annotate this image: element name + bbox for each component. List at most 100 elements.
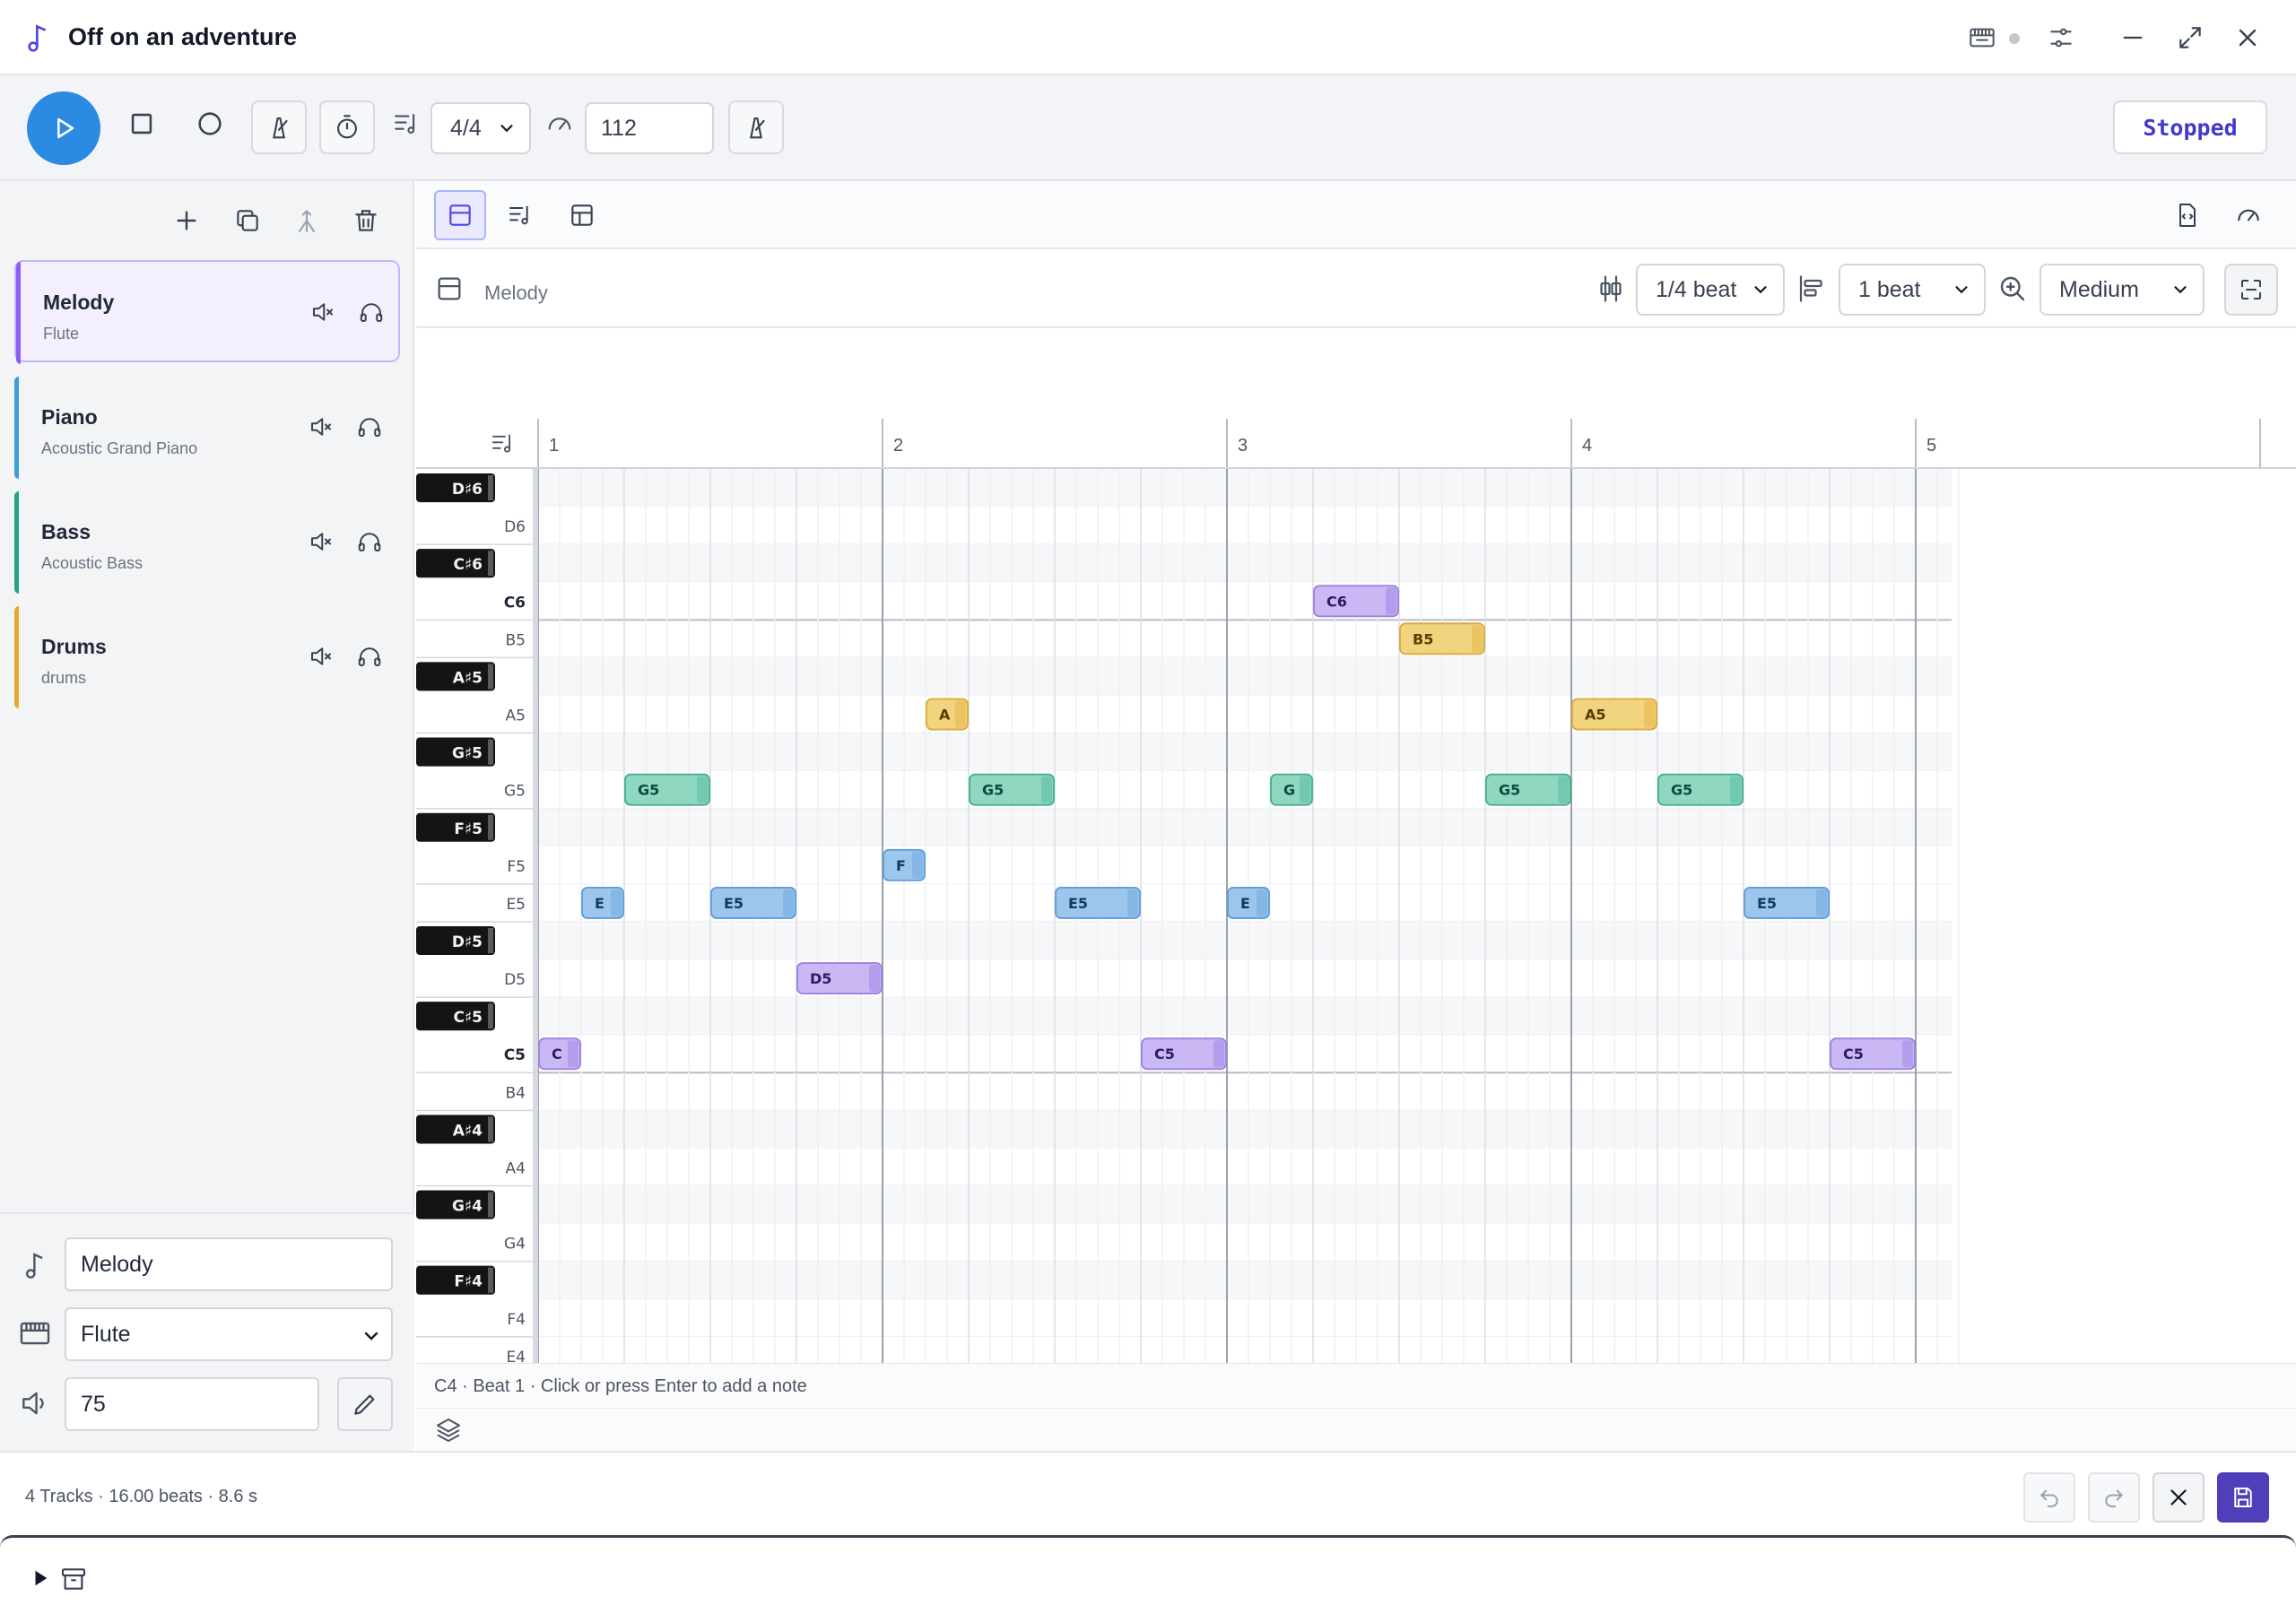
note[interactable]: G: [1270, 773, 1313, 806]
track-item-piano[interactable]: Piano Acoustic Grand Piano: [14, 377, 400, 479]
grid-row[interactable]: [538, 1110, 1952, 1149]
note[interactable]: C5: [1830, 1037, 1916, 1071]
maximize-button[interactable]: [2170, 18, 2210, 57]
tempo-input[interactable]: 112: [585, 102, 714, 154]
grid-row[interactable]: [538, 733, 1952, 771]
mute-button[interactable]: [305, 525, 337, 558]
time-signature-select[interactable]: 4/4: [430, 102, 531, 154]
grid-row[interactable]: [538, 1185, 1952, 1224]
snap-select[interactable]: 1/4 beat: [1636, 264, 1785, 316]
piano-roll[interactable]: 1 2 3 4 5 D♯6 D6 C♯6 C6 B5 A♯5 A5 G♯5 G5 F♯5 F5 E5 D♯5 D5 C…: [416, 330, 2296, 1540]
archive-icon[interactable]: [59, 1565, 88, 1593]
note-resize-handle[interactable]: [1300, 776, 1310, 803]
redo-button[interactable]: [2088, 1472, 2140, 1523]
undo-button[interactable]: [2023, 1472, 2075, 1523]
note[interactable]: G5: [969, 773, 1055, 806]
instrument-select[interactable]: Flute: [65, 1307, 393, 1361]
note-resize-handle[interactable]: [955, 700, 966, 728]
solo-button[interactable]: [353, 640, 386, 672]
grid-row[interactable]: [538, 1035, 1952, 1073]
note[interactable]: E5: [1055, 886, 1141, 919]
grid-row[interactable]: [538, 620, 1952, 658]
performance-button[interactable]: [2222, 190, 2274, 240]
volume-input[interactable]: 75: [65, 1377, 319, 1431]
note[interactable]: G5: [1657, 773, 1744, 806]
note-resize-handle[interactable]: [1041, 776, 1052, 803]
grid-row[interactable]: [538, 544, 1952, 583]
grid-row[interactable]: [538, 1148, 1952, 1186]
count-in-button[interactable]: [319, 100, 375, 154]
note-grid[interactable]: [537, 469, 1960, 1451]
grid-row[interactable]: [538, 1223, 1952, 1262]
note-resize-handle[interactable]: [1902, 1040, 1913, 1068]
note[interactable]: E5: [710, 886, 796, 919]
grid-row[interactable]: [538, 1298, 1952, 1337]
note-resize-handle[interactable]: [783, 889, 794, 916]
note[interactable]: A: [926, 698, 969, 731]
close-window-button[interactable]: [2228, 18, 2267, 57]
edit-button[interactable]: [337, 1377, 393, 1431]
minimize-button[interactable]: [2113, 18, 2152, 57]
grid-row[interactable]: [538, 808, 1952, 846]
note-resize-handle[interactable]: [1730, 776, 1741, 803]
note-resize-handle[interactable]: [1816, 889, 1827, 916]
tab-piano-roll[interactable]: [434, 190, 486, 240]
note-resize-handle[interactable]: [912, 851, 923, 879]
note[interactable]: F: [883, 848, 926, 881]
midi-keyboard-button[interactable]: [1962, 18, 2002, 57]
tab-score[interactable]: [495, 190, 547, 240]
note-resize-handle[interactable]: [869, 965, 880, 993]
note-resize-handle[interactable]: [1386, 587, 1396, 615]
grid-row[interactable]: [538, 582, 1952, 620]
note-resize-handle[interactable]: [1127, 889, 1138, 916]
note-resize-handle[interactable]: [1257, 889, 1267, 916]
grid-row[interactable]: [538, 846, 1952, 884]
note[interactable]: B5: [1399, 622, 1485, 655]
note-resize-handle[interactable]: [697, 776, 708, 803]
note[interactable]: E5: [1744, 886, 1830, 919]
note-length-select[interactable]: 1 beat: [1839, 264, 1986, 316]
play-button[interactable]: [27, 91, 100, 165]
fit-view-button[interactable]: [2224, 264, 2278, 316]
note[interactable]: C6: [1313, 585, 1399, 618]
duplicate-track-button[interactable]: [228, 201, 267, 240]
tab-arrangement[interactable]: [556, 190, 608, 240]
note-resize-handle[interactable]: [568, 1040, 578, 1068]
zoom-select[interactable]: Medium: [2039, 264, 2205, 316]
track-item-melody[interactable]: Melody Flute: [14, 260, 400, 364]
grid-row[interactable]: [538, 921, 1952, 960]
grid-row[interactable]: [538, 959, 1952, 998]
note-resize-handle[interactable]: [611, 889, 622, 916]
track-name-input[interactable]: Melody: [65, 1237, 393, 1291]
add-track-button[interactable]: [167, 201, 206, 240]
note-resize-handle[interactable]: [1558, 776, 1569, 803]
note[interactable]: C5: [1141, 1037, 1227, 1071]
timeline-ruler[interactable]: 1 2 3 4 5: [416, 419, 2296, 469]
track-item-bass[interactable]: Bass Acoustic Bass: [14, 491, 400, 594]
grid-row[interactable]: [538, 1261, 1952, 1299]
mute-button[interactable]: [305, 640, 337, 672]
track-item-drums[interactable]: Drums drums: [14, 606, 400, 708]
mute-button[interactable]: [305, 411, 337, 443]
stop-button[interactable]: [122, 104, 161, 143]
grid-row[interactable]: [538, 469, 1952, 508]
delete-track-button[interactable]: [346, 201, 386, 240]
save-button[interactable]: [2217, 1472, 2269, 1523]
settings-button[interactable]: [2041, 18, 2081, 57]
note[interactable]: D5: [796, 962, 883, 995]
grid-row[interactable]: [538, 1072, 1952, 1111]
grid-row[interactable]: [538, 507, 1952, 545]
export-code-button[interactable]: [2161, 190, 2213, 240]
note[interactable]: G5: [624, 773, 710, 806]
piano-keyboard[interactable]: D♯6 D6 C♯6 C6 B5 A♯5 A5 G♯5 G5 F♯5 F5 E5 D♯5 D5 C♯5 C5 B…: [416, 469, 538, 1451]
mute-button[interactable]: [307, 296, 339, 328]
note-resize-handle[interactable]: [1644, 700, 1655, 728]
note-resize-handle[interactable]: [1472, 625, 1483, 653]
note[interactable]: E: [1227, 886, 1270, 919]
note[interactable]: E: [581, 886, 624, 919]
note-resize-handle[interactable]: [1213, 1040, 1224, 1068]
solo-button[interactable]: [353, 411, 386, 443]
note[interactable]: G5: [1485, 773, 1571, 806]
solo-button[interactable]: [353, 525, 386, 558]
expand-triangle-icon[interactable]: [30, 1568, 50, 1588]
